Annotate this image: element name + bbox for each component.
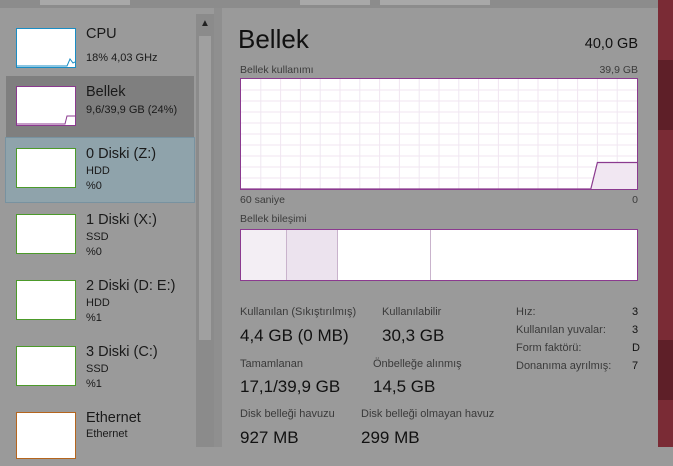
- stat-label-paged-pool: Disk belleği havuzu: [240, 408, 335, 420]
- stat-value-committed: 17,1/39,9 GB: [240, 377, 341, 396]
- cpu-mini-graph: [16, 28, 76, 68]
- sidebar-item-cpu[interactable]: CPU 18% 4,03 GHz: [6, 18, 194, 82]
- tab-strip-segment: [300, 0, 370, 5]
- memory-usage-chart: [241, 79, 637, 189]
- sidebar-scrollbar[interactable]: ▲: [196, 14, 214, 447]
- stat-label-committed: Tamamlanan: [240, 358, 303, 370]
- sidebar-item-detail: 9,6/39,9 GB (24%): [86, 104, 178, 116]
- sidebar-item-disk-3[interactable]: 3 Diski (C:) SSD %1: [6, 336, 194, 400]
- pane-divider: [214, 8, 222, 447]
- sidebar-item-detail: SSD: [86, 231, 109, 243]
- memory-total: 40,0 GB: [584, 36, 638, 52]
- disk-mini-graph: [16, 214, 76, 254]
- memory-details-pane: Bellek 40,0 GB Bellek kullanımı 39,9 GB …: [222, 8, 658, 447]
- sidebar-item-detail: HDD: [86, 297, 110, 309]
- composition-in-use: [241, 230, 287, 280]
- sidebar-item-label: Ethernet: [86, 410, 141, 426]
- sidebar-item-label: 2 Diski (D: E:): [86, 278, 176, 294]
- sidebar-item-usage: %0: [86, 246, 102, 258]
- stat-value-available: 30,3 GB: [382, 326, 445, 345]
- prop-label-hardware-reserved: Donanıma ayrılmış:: [516, 360, 612, 372]
- page-title: Bellek: [238, 24, 309, 54]
- graph-time-start: 60 saniye: [240, 194, 285, 206]
- prop-label-slots: Kullanılan yuvalar:: [516, 324, 606, 336]
- disk-mini-graph: [16, 280, 76, 320]
- prop-label-speed: Hız:: [516, 306, 536, 318]
- prop-value-slots: 3: [632, 324, 639, 336]
- composition-modified: [287, 230, 338, 280]
- tab-strip-segment: [40, 0, 130, 5]
- memory-usage-graph: [240, 78, 638, 190]
- sidebar-item-memory[interactable]: Bellek 9,6/39,9 GB (24%): [6, 76, 194, 140]
- performance-sidebar: CPU 18% 4,03 GHz Bellek 9,6/39,9 GB (24%…: [0, 8, 196, 459]
- background-band: [658, 340, 673, 400]
- sidebar-item-label: CPU: [86, 26, 117, 42]
- sidebar-item-detail: 18% 4,03 GHz: [86, 52, 158, 64]
- tab-strip-segment: [380, 0, 490, 5]
- composition-label: Bellek bileşimi: [240, 213, 307, 225]
- sidebar-item-disk-2[interactable]: 2 Diski (D: E:) HDD %1: [6, 270, 194, 334]
- scroll-up-arrow-icon[interactable]: ▲: [196, 14, 214, 34]
- disk-mini-graph: [16, 148, 76, 188]
- sidebar-item-usage: %0: [86, 180, 102, 192]
- graph-time-end: 0: [632, 194, 638, 206]
- sidebar-item-usage: %1: [86, 312, 102, 324]
- composition-standby: [338, 230, 431, 280]
- usage-graph-label: Bellek kullanımı: [240, 64, 314, 76]
- sidebar-item-disk-0[interactable]: 0 Diski (Z:) HDD %0: [5, 137, 195, 203]
- background-window-edge: [658, 0, 673, 447]
- stat-value-paged-pool: 927 MB: [240, 428, 299, 447]
- background-band: [658, 60, 673, 130]
- prop-value-speed: 3: [632, 306, 639, 318]
- stat-label-available: Kullanılabilir: [382, 306, 442, 318]
- stat-label-in-use: Kullanılan (Sıkıştırılmış): [240, 306, 357, 318]
- sidebar-item-detail: HDD: [86, 165, 110, 177]
- sidebar-item-label: 3 Diski (C:): [86, 344, 158, 360]
- sidebar-item-label: Bellek: [86, 84, 126, 100]
- stat-value-in-use: 4,4 GB (0 MB): [240, 326, 349, 345]
- stat-label-nonpaged-pool: Disk belleği olmayan havuz: [361, 408, 495, 420]
- prop-value-hardware-reserved: 7: [632, 360, 639, 372]
- sidebar-item-usage: %1: [86, 378, 102, 390]
- stat-value-cached: 14,5 GB: [373, 377, 436, 396]
- top-strip: [0, 0, 673, 8]
- stat-value-nonpaged-pool: 299 MB: [361, 428, 420, 447]
- ethernet-mini-graph: [16, 412, 76, 459]
- sidebar-item-label: 0 Diski (Z:): [86, 146, 157, 162]
- sidebar-item-ethernet[interactable]: Ethernet Ethernet: [6, 402, 194, 466]
- sidebar-item-detail: Ethernet: [86, 428, 128, 440]
- disk-mini-graph: [16, 346, 76, 386]
- memory-mini-graph: [16, 86, 76, 126]
- stat-label-cached: Önbelleğe alınmış: [373, 358, 462, 370]
- sidebar-item-label: 1 Diski (X:): [86, 212, 157, 228]
- sidebar-item-disk-1[interactable]: 1 Diski (X:) SSD %0: [6, 204, 194, 268]
- memory-composition-bar: [240, 229, 638, 281]
- prop-value-form-factor: D: [632, 342, 640, 354]
- sidebar-item-detail: SSD: [86, 363, 109, 375]
- usage-graph-max: 39,9 GB: [599, 64, 638, 76]
- prop-label-form-factor: Form faktörü:: [516, 342, 582, 354]
- scroll-thumb[interactable]: [199, 36, 211, 340]
